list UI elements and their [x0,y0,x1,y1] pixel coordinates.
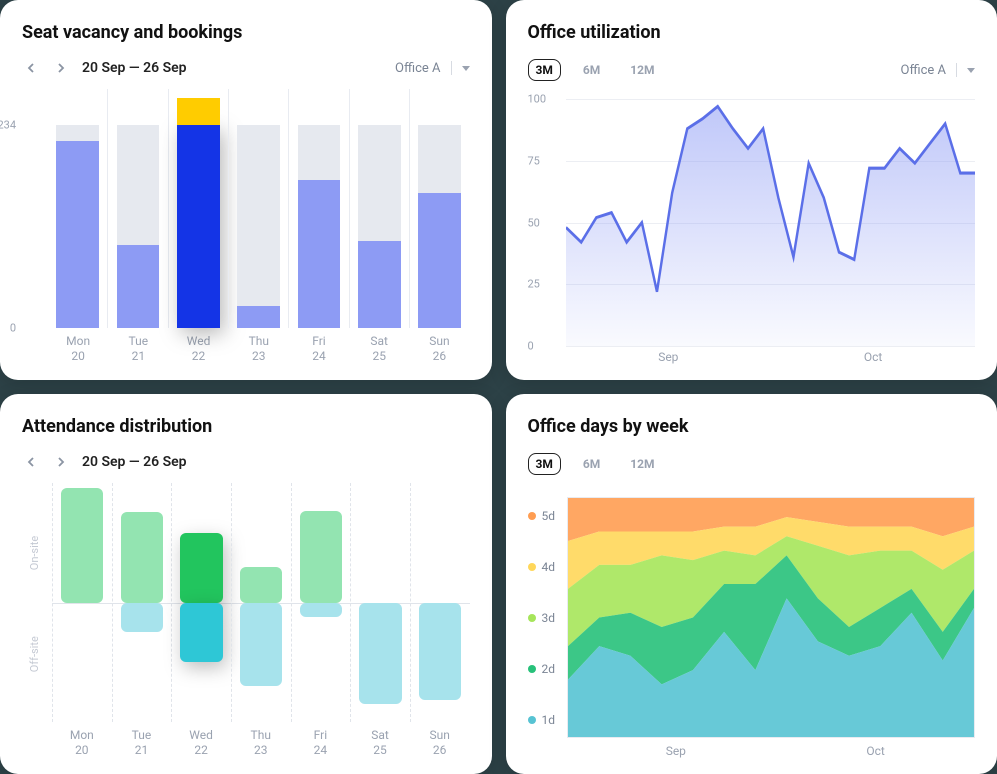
seat-bar[interactable] [228,89,288,328]
card-office-days: Office days by week 3M 6M 12M 5d 4d 3d 2… [506,394,997,774]
card-attendance: Attendance distribution 20 Sep — 26 Sep … [0,394,492,774]
card-seat-vacancy: Seat vacancy and bookings 20 Sep — 26 Se… [0,0,492,380]
seat-xlabel: Sat25 [349,328,409,364]
att-controls: 20 Sep — 26 Sep [22,453,470,471]
legend-2d: 2d [528,662,556,676]
att-xlabel: Sat25 [350,722,410,758]
tab-12m[interactable]: 12M [622,453,662,475]
attendance-bar[interactable] [291,483,351,722]
seat-bar[interactable] [168,89,228,328]
attendance-bar[interactable] [231,483,291,722]
attendance-bar[interactable] [171,483,231,722]
util-range-tabs: 3M 6M 12M [528,59,663,81]
prev-week-button[interactable] [22,453,40,471]
att-date-range: 20 Sep — 26 Sep [82,454,187,470]
seat-xlabel: Sun26 [409,328,469,364]
tab-3m[interactable]: 3M [528,59,561,81]
days-xlabel-sep: Sep [666,744,686,758]
days-chart: 5d 4d 3d 2d 1d [528,497,976,738]
seat-controls: 20 Sep — 26 Sep Office A [22,59,470,77]
ytick-0: 0 [528,340,534,353]
util-office-select[interactable]: Office A [901,63,975,78]
util-xlabel-sep: Sep [658,350,678,364]
seat-xlabel: Tue21 [108,328,168,364]
days-legend: 5d 4d 3d 2d 1d [528,497,568,738]
ytick-zero: 0 [10,322,22,335]
util-office-label: Office A [901,63,946,78]
days-xlabel-oct: Oct [866,744,884,758]
ytick-max: 234 [0,118,22,131]
seat-date-range: 20 Sep — 26 Sep [82,60,187,76]
seat-bar[interactable] [349,89,409,328]
att-title: Attendance distribution [22,416,470,437]
ytick-50: 50 [528,216,540,229]
tab-3m[interactable]: 3M [528,453,561,475]
seat-xlabel: Wed22 [168,328,228,364]
prev-week-button[interactable] [22,59,40,77]
seat-bar[interactable] [48,89,107,328]
seat-office-select[interactable]: Office A [395,61,469,76]
chevron-down-icon [967,68,975,73]
ytick-100: 100 [528,93,547,106]
att-xlabel: Mon20 [52,722,112,758]
legend-5d: 5d [528,509,556,523]
legend-3d: 3d [528,611,556,625]
att-xlabel: Wed22 [171,722,231,758]
attendance-bar[interactable] [52,483,112,722]
seat-office-label: Office A [395,61,440,76]
legend-1d: 1d [528,713,556,727]
ylabel-offsite: Off-site [28,614,41,695]
next-week-button[interactable] [52,59,70,77]
tab-12m[interactable]: 12M [622,59,662,81]
att-xlabel: Fri24 [291,722,351,758]
seat-bar[interactable] [107,89,167,328]
att-xlabel: Sun26 [410,722,470,758]
tab-6m[interactable]: 6M [575,453,608,475]
ytick-25: 25 [528,278,540,291]
seat-bar[interactable] [288,89,348,328]
ylabel-onsite: On-site [28,512,41,593]
att-chart: On-site Off-site Mon20Tue21Wed22Thu23Fri… [22,483,470,758]
util-title: Office utilization [528,22,976,43]
util-xlabel-oct: Oct [864,350,882,364]
attendance-bar[interactable] [112,483,172,722]
seat-xlabel: Thu23 [229,328,289,364]
tab-6m[interactable]: 6M [575,59,608,81]
att-xlabel: Thu23 [231,722,291,758]
legend-4d: 4d [528,560,556,574]
util-controls: 3M 6M 12M Office A [528,59,976,81]
attendance-bar[interactable] [350,483,410,722]
days-title: Office days by week [528,416,976,437]
divider [956,63,957,77]
att-xlabel: Tue21 [112,722,172,758]
chevron-down-icon [462,66,470,71]
seat-title: Seat vacancy and bookings [22,22,470,43]
days-controls: 3M 6M 12M [528,453,976,475]
card-office-utilization: Office utilization 3M 6M 12M Office A 10… [506,0,997,380]
next-week-button[interactable] [52,453,70,471]
seat-xlabel: Mon20 [48,328,108,364]
seat-xlabel: Fri24 [289,328,349,364]
seat-bar[interactable] [409,89,469,328]
divider [451,61,452,75]
seat-chart: 234 0 Mon20Tue21Wed22Thu23Fri24Sat25Sun2… [22,89,470,364]
days-range-tabs: 3M 6M 12M [528,453,663,475]
util-chart: 100 75 50 25 0 [528,99,976,346]
ytick-75: 75 [528,154,540,167]
attendance-bar[interactable] [410,483,470,722]
